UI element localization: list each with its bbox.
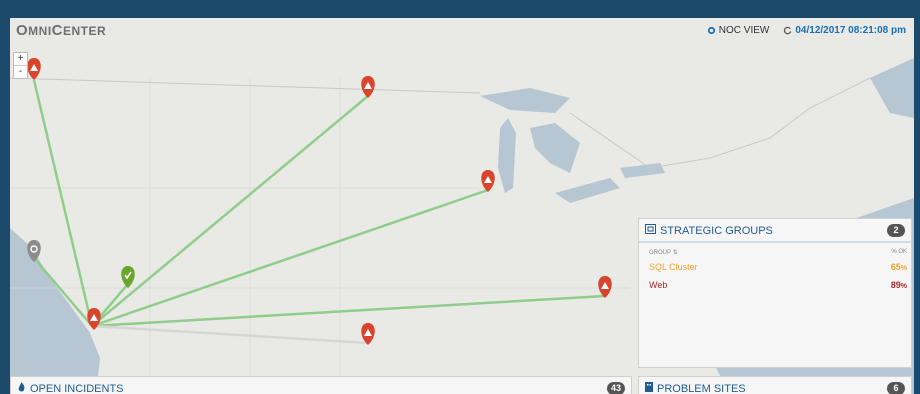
open-incidents-count: 43: [607, 381, 625, 394]
group-pct-value: 89: [890, 280, 901, 290]
building-icon: [645, 381, 653, 392]
problem-sites-panel: PROBLEM SITES 6: [638, 376, 912, 394]
group-pct: 65%: [890, 262, 907, 272]
problem-sites-title: PROBLEM SITES: [645, 381, 746, 394]
column-pct-ok: % OK: [891, 249, 907, 255]
zoom-control: + -: [13, 52, 28, 79]
group-pct: 89%: [890, 280, 907, 290]
refresh-timestamp[interactable]: 04/12/2017 08:21:08 pm: [783, 25, 906, 36]
sitemap-icon: [645, 223, 656, 234]
noc-view-button[interactable]: NOC VIEW: [707, 24, 770, 36]
problem-sites-title-text: PROBLEM SITES: [657, 382, 746, 394]
group-row[interactable]: SQL Cluster 65%: [639, 258, 911, 276]
open-incidents-header[interactable]: OPEN INCIDENTS 43: [11, 377, 631, 394]
strategic-groups-columns: GROUP ⇅ % OK: [639, 243, 911, 258]
zoom-in-button[interactable]: +: [14, 53, 27, 65]
strategic-groups-count: 2: [887, 223, 905, 237]
sort-icon: ⇅: [672, 250, 678, 256]
open-incidents-title-text: OPEN INCIDENTS: [30, 382, 124, 394]
open-incidents-title: OPEN INCIDENTS: [17, 381, 124, 394]
fire-icon: [18, 381, 25, 391]
brand-text: MNI: [28, 23, 52, 38]
strategic-groups-panel: STRATEGIC GROUPS 2 GROUP ⇅ % OK SQL Clus…: [638, 218, 912, 368]
problem-sites-count: 6: [887, 381, 905, 394]
strategic-groups-title: STRATEGIC GROUPS: [645, 223, 773, 237]
noc-view-label: NOC VIEW: [718, 24, 770, 36]
zoom-out-button[interactable]: -: [14, 65, 27, 78]
open-incidents-panel: OPEN INCIDENTS 43: [10, 376, 632, 394]
column-group[interactable]: GROUP ⇅: [649, 249, 678, 256]
refresh-icon: [784, 26, 792, 34]
strategic-groups-title-text: STRATEGIC GROUPS: [660, 224, 773, 237]
brand-letter: O: [16, 21, 29, 39]
map-frame: OMNICENTER NOC VIEW 04/12/2017 08:21:08 …: [10, 18, 914, 394]
top-bar: OMNICENTER NOC VIEW 04/12/2017 08:21:08 …: [10, 18, 914, 42]
group-pct-value: 65: [890, 262, 901, 272]
strategic-groups-header: STRATEGIC GROUPS 2: [639, 219, 911, 243]
group-row[interactable]: Web 89%: [639, 276, 911, 294]
brand-logo: OMNICENTER: [16, 22, 106, 39]
problem-sites-header[interactable]: PROBLEM SITES 6: [639, 377, 911, 394]
group-name: Web: [649, 280, 668, 290]
gear-icon: [707, 26, 715, 34]
brand-letter: C: [51, 21, 64, 39]
timestamp-text: 04/12/2017 08:21:08 pm: [795, 24, 906, 36]
top-actions: NOC VIEW 04/12/2017 08:21:08 pm: [707, 25, 906, 36]
brand-text: ENTER: [63, 23, 107, 38]
column-group-label: GROUP: [649, 250, 671, 256]
group-name: SQL Cluster: [649, 262, 698, 272]
